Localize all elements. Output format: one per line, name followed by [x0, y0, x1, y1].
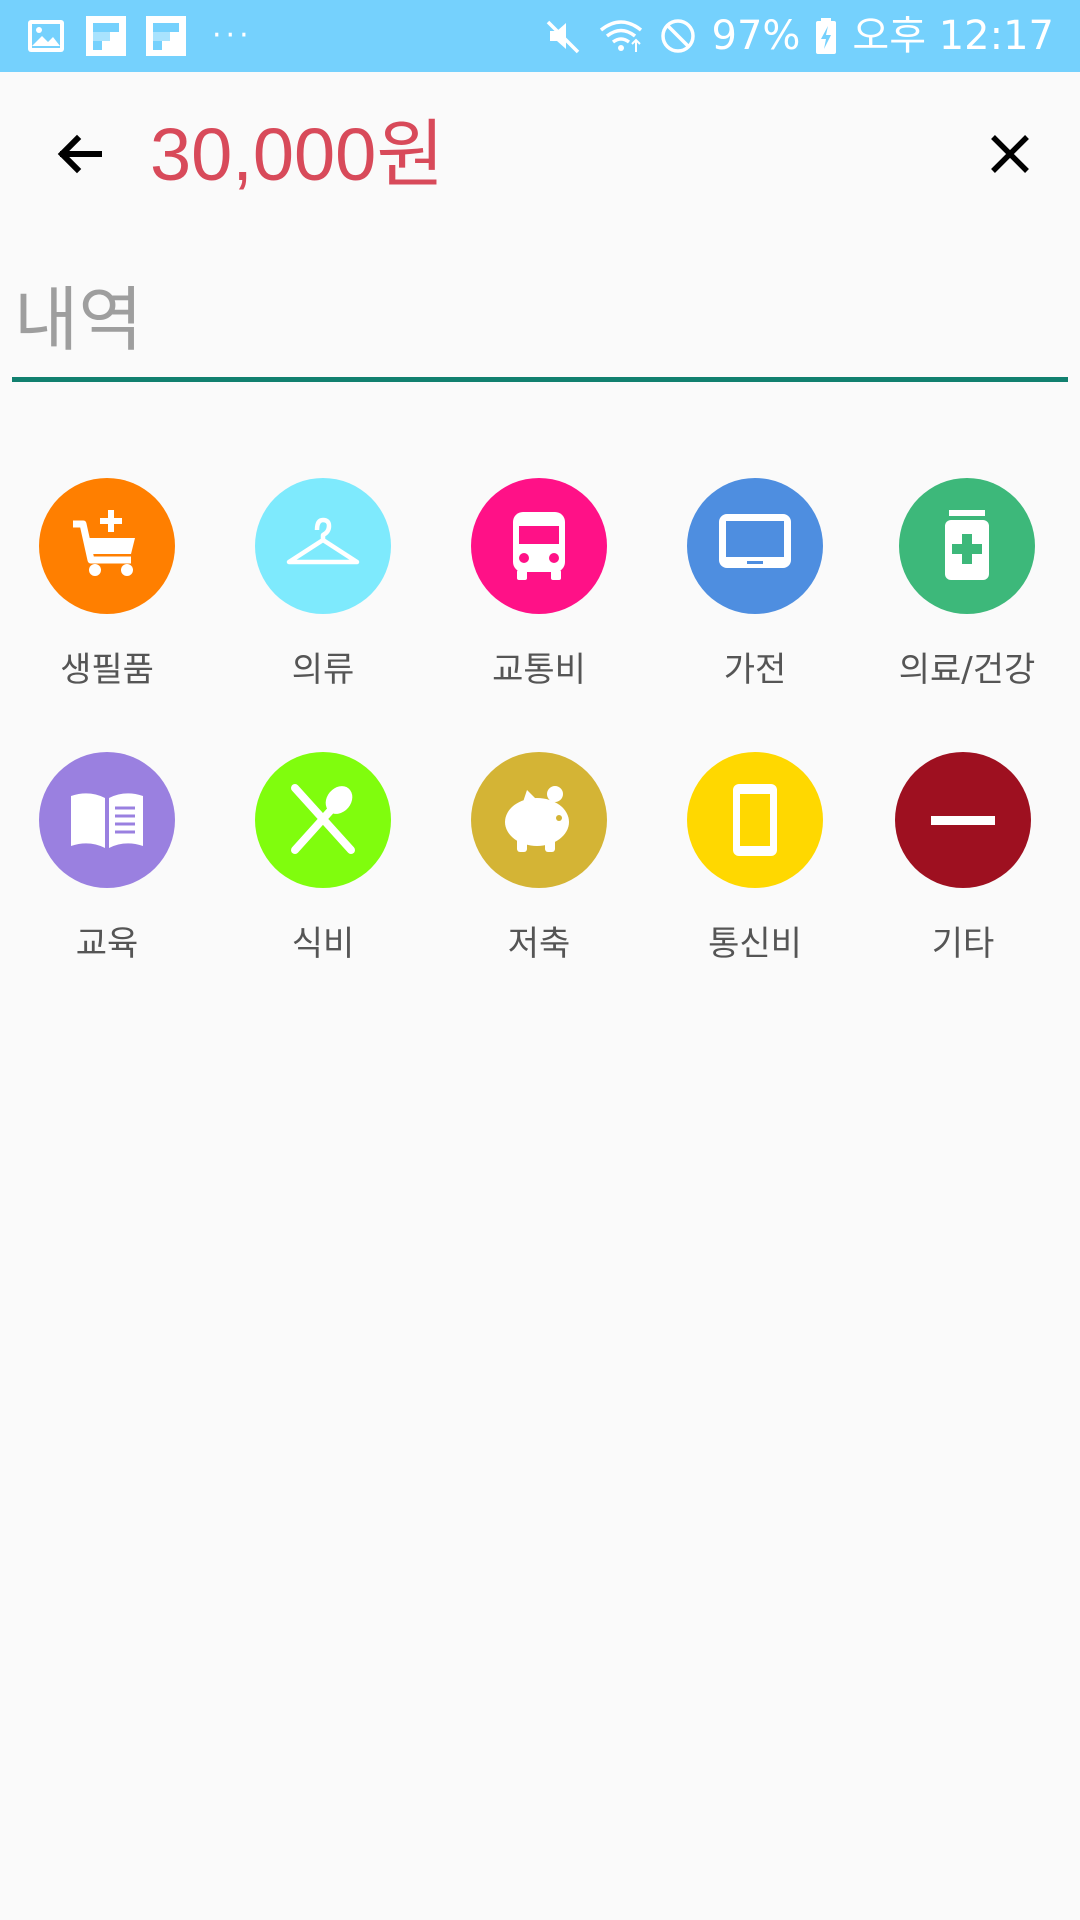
- flipboard-icon: [86, 16, 126, 56]
- category-transportation[interactable]: 교통비: [434, 478, 644, 708]
- mute-icon: [546, 20, 579, 54]
- gallery-icon: [28, 20, 64, 52]
- category-daily-necessities[interactable]: 생필품: [2, 478, 212, 708]
- category-label: 기타: [931, 924, 995, 964]
- medicine-icon: [945, 510, 989, 580]
- category-circle: [895, 752, 1031, 888]
- category-circle: [471, 478, 607, 614]
- flipboard-icon: [146, 16, 186, 56]
- category-savings[interactable]: 저축: [434, 752, 644, 982]
- category-circle: [687, 752, 823, 888]
- piggy-bank-icon: [505, 786, 569, 852]
- category-label: 생필품: [60, 650, 154, 690]
- category-label: 의류: [291, 650, 355, 690]
- category-label: 교통비: [492, 650, 586, 690]
- utensils-icon: [291, 784, 355, 854]
- wifi-icon: [599, 20, 642, 52]
- arrow-left-icon: [57, 134, 102, 174]
- category-other[interactable]: 기타: [858, 752, 1068, 982]
- phone-icon: [733, 784, 777, 856]
- category-label: 교육: [75, 924, 139, 964]
- category-label: 가전: [723, 650, 787, 690]
- category-medical-health[interactable]: 의료/건강: [862, 478, 1072, 708]
- category-label: 통신비: [708, 924, 802, 964]
- book-icon: [71, 793, 143, 848]
- category-appliances[interactable]: 가전: [650, 478, 860, 708]
- battery-percent: 97%: [711, 13, 801, 59]
- battery-charging-icon: [816, 18, 837, 54]
- hanger-icon: [286, 517, 360, 565]
- category-circle: [255, 478, 391, 614]
- category-circle: [899, 478, 1035, 614]
- shopping-cart-icon: [73, 510, 135, 576]
- category-label: 저축: [507, 924, 571, 964]
- amount-title: 30,000원: [150, 113, 445, 196]
- category-clothing[interactable]: 의류: [218, 478, 428, 708]
- minus-icon: [931, 816, 995, 825]
- category-food[interactable]: 식비: [218, 752, 428, 982]
- notification-icons: ···: [26, 16, 253, 56]
- category-circle: [255, 752, 391, 888]
- more-notifications: ···: [212, 18, 253, 53]
- category-label: 의료/건강: [898, 650, 1036, 690]
- category-circle: [39, 478, 175, 614]
- toolbar: 30,000원: [0, 72, 1080, 242]
- memo-input[interactable]: [12, 270, 1068, 382]
- category-education[interactable]: 교육: [2, 752, 212, 982]
- close-icon: [991, 135, 1029, 173]
- monitor-icon: [719, 514, 791, 568]
- category-circle: [39, 752, 175, 888]
- category-circle: [471, 752, 607, 888]
- close-button[interactable]: [970, 114, 1050, 194]
- blocked-icon: [660, 19, 695, 53]
- category-label: 식비: [291, 924, 355, 964]
- category-telecom[interactable]: 통신비: [650, 752, 860, 982]
- back-button[interactable]: [40, 114, 120, 194]
- status-bar: ··· 97% 오후 12:17: [0, 0, 1080, 72]
- bus-icon: [513, 512, 565, 580]
- category-circle: [687, 478, 823, 614]
- clock: 오후 12:17: [852, 13, 1054, 59]
